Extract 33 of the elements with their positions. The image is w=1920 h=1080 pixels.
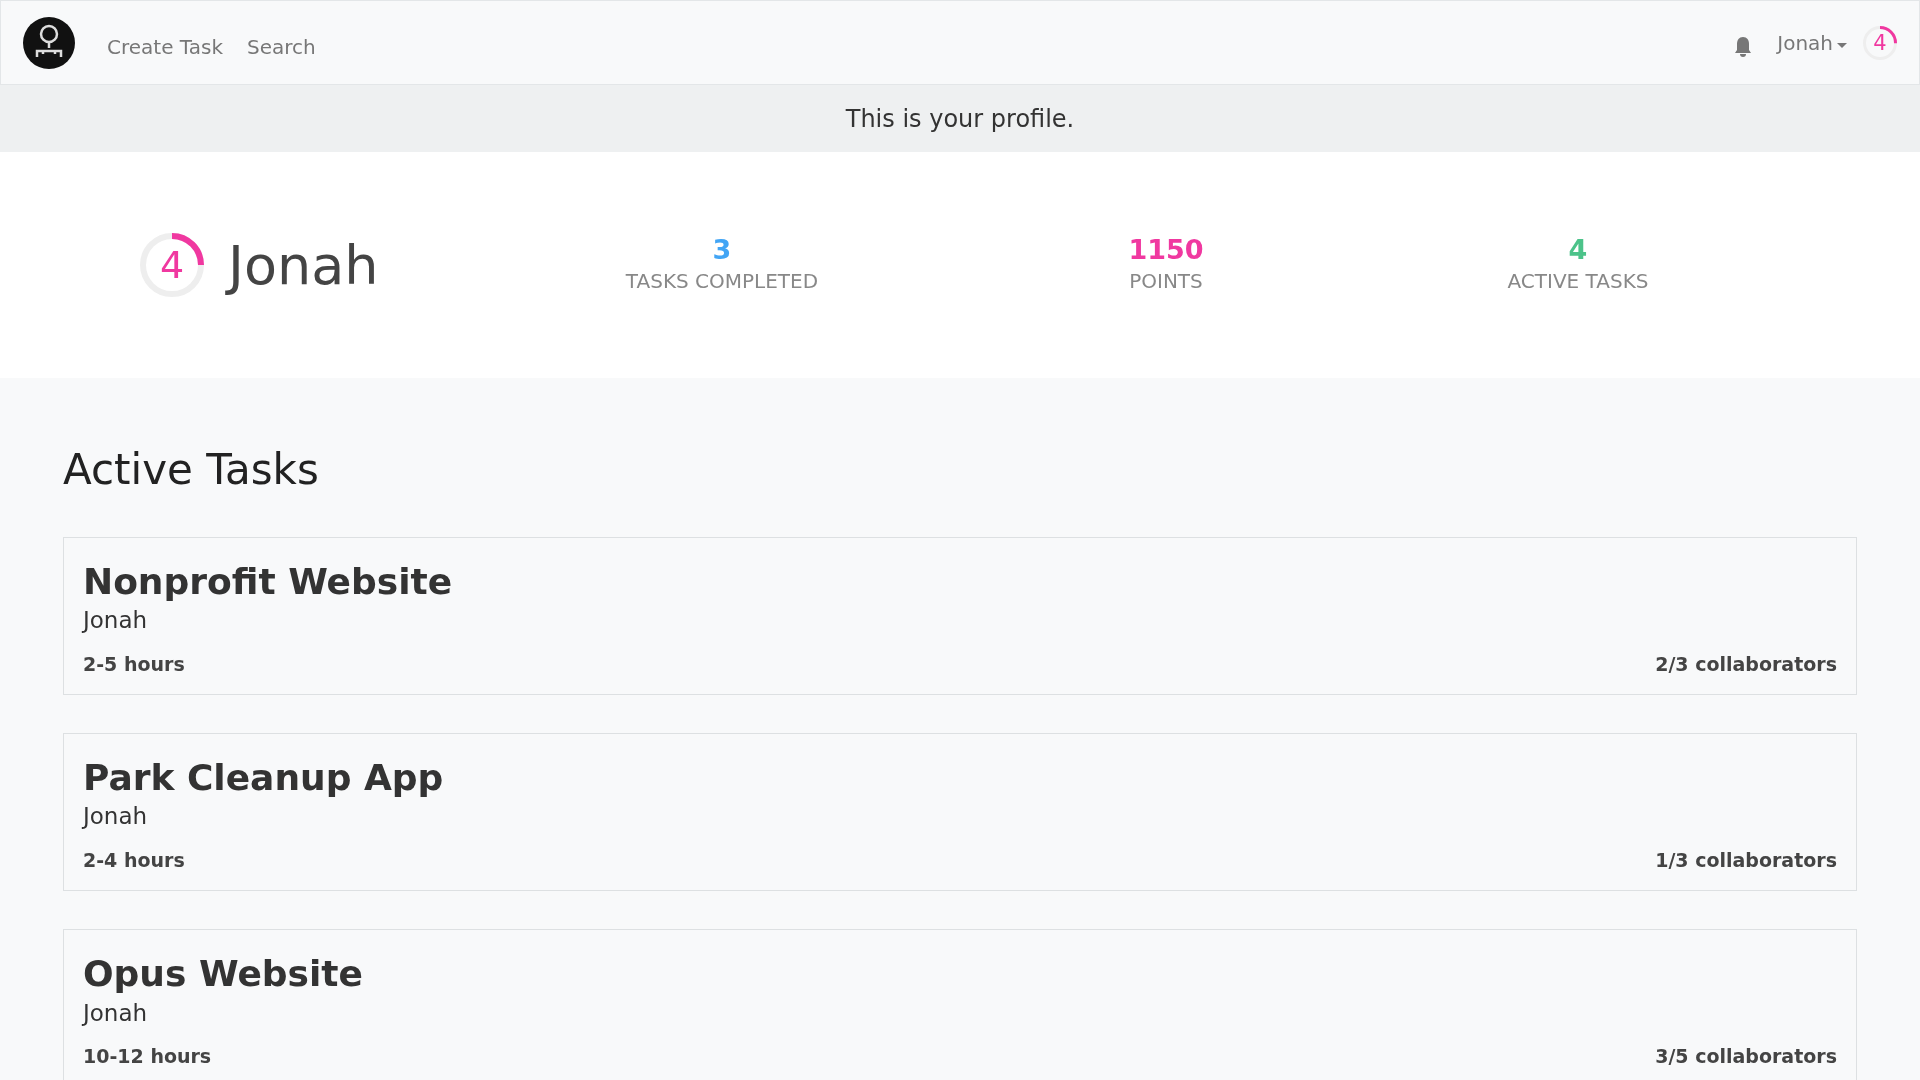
stat-label: POINTS: [1129, 268, 1203, 296]
collaborator-count: 1/3 collaborators: [1655, 847, 1837, 873]
task-hours: 10-12 hours: [83, 1044, 212, 1070]
collaborator-count: 2/3 collaborators: [1655, 651, 1837, 677]
level-number: 4: [159, 246, 185, 284]
stat-value: 4: [1568, 233, 1588, 267]
logo-icon[interactable]: [23, 16, 75, 69]
banner-text: This is your profile.: [845, 103, 1075, 135]
user-menu[interactable]: Jonah: [1777, 27, 1847, 58]
task-owner: Jonah: [83, 606, 149, 636]
level-number: 4: [1873, 32, 1887, 53]
stat-value: 1150: [1128, 233, 1204, 267]
task-owner: Jonah: [83, 998, 149, 1028]
task-card[interactable]: Opus Website Jonah 10-12 hours 3/5 collaborators: [63, 929, 1857, 1080]
task-card[interactable]: Nonprofit Website Jonah 2-5 hours 2/3 collaborators: [63, 537, 1857, 696]
task-title: Opus Website: [83, 952, 364, 996]
stat-value: 3: [712, 233, 732, 267]
task-title: Park Cleanup App: [83, 756, 445, 800]
stat-label: TASKS COMPLETED: [625, 268, 819, 296]
section-heading: Active Tasks: [63, 444, 320, 496]
stat-label: ACTIVE TASKS: [1507, 268, 1649, 296]
collaborator-count: 3/5 collaborators: [1655, 1044, 1837, 1070]
task-card[interactable]: Park Cleanup App Jonah 2-4 hours 1/3 collaborators: [63, 733, 1857, 892]
level-ring: [1863, 25, 1897, 60]
task-hours: 2-4 hours: [83, 847, 185, 873]
task-hours: 2-5 hours: [83, 651, 185, 677]
nav-link[interactable]: Search: [247, 31, 316, 62]
task-owner: Jonah: [83, 802, 149, 832]
level-ring: [140, 233, 204, 297]
nav-link[interactable]: Create Task: [107, 31, 223, 62]
caret-icon: [1837, 43, 1847, 48]
bell-icon[interactable]: [1733, 35, 1754, 58]
task-title: Nonprofit Website: [83, 560, 454, 604]
